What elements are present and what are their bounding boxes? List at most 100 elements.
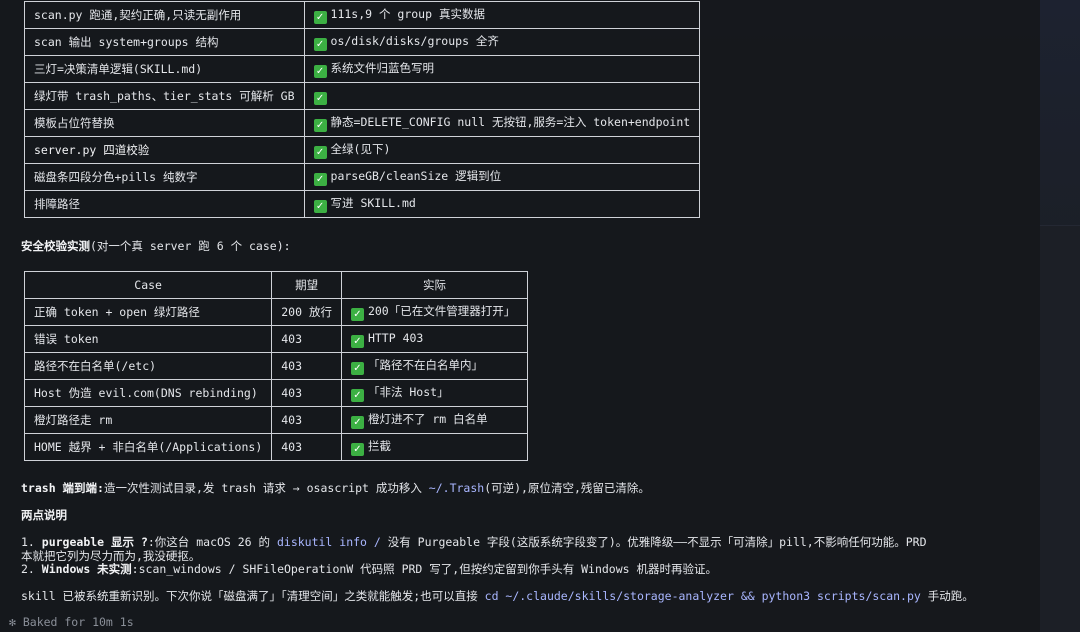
check-icon: ✓ [313, 11, 327, 24]
actual-text: 「非法 Host」 [367, 385, 449, 399]
column-header-case: Case [23, 271, 273, 299]
check-icon: ✓ [313, 200, 327, 213]
table-row: 排障路径 ✓ 写进 SKILL.md [24, 190, 701, 218]
check-item: server.py 四道校验 [24, 136, 305, 164]
notes-title: 两点说明 [21, 508, 67, 522]
result-text: parseGB/cleanSize 逻辑到位 [330, 169, 502, 183]
check-result: ✓ 写进 SKILL.md [303, 190, 701, 218]
check-result: ✓ 111s,9 个 group 真实数据 [303, 1, 701, 29]
check-icon: ✓ [350, 362, 364, 375]
table-row: scan.py 跑通,契约正确,只读无副作用 ✓ 111s,9 个 group 真实… [24, 1, 701, 29]
check-icon: ✓ [313, 65, 327, 78]
case-cell: HOME 越界 + 非白名单(/Applications) [23, 433, 273, 461]
check-icon: ✓ [313, 38, 327, 51]
result-text: 全绿(见下) [330, 142, 391, 156]
terminal-output: scan.py 跑通,契约正确,只读无副作用 ✓ 111s,9 个 group 真实… [0, 0, 1040, 632]
check-item: scan 输出 system+groups 结构 [24, 28, 305, 56]
status-line: ✻ Baked for 10m 1s [9, 615, 134, 629]
case-cell: 错误 token [23, 325, 273, 353]
table-row: 模板占位符替换 ✓ 静态=DELETE_CONFIG null 无按钮,服务=注入 … [24, 109, 701, 137]
expect-cell: 403 [271, 433, 342, 461]
expect-cell: 403 [271, 325, 342, 353]
expect-cell: 403 [271, 406, 342, 434]
check-result: ✓ 系统文件归蓝色写明 [303, 55, 701, 83]
closing-text-2: 手动跑。 [920, 589, 974, 603]
table-header-row: Case 期望 实际 [23, 271, 529, 299]
result-text: 111s,9 个 group 真实数据 [330, 7, 485, 21]
result-text: os/disk/disks/groups 全齐 [330, 34, 499, 48]
actual-cell: ✓ 「非法 Host」 [340, 379, 529, 407]
note-1-number: 1. [21, 535, 42, 549]
actual-text: 橙灯进不了 rm 白名单 [367, 412, 488, 426]
table-row: 绿灯带 trash_paths、tier_stats 可解析 GB ✓ [24, 82, 701, 110]
actual-text: 200「已在文件管理器打开」 [367, 304, 516, 318]
closing-command-code: cd ~/.claude/skills/storage-analyzer && … [484, 589, 921, 603]
result-text: 写进 SKILL.md [330, 196, 416, 210]
table-row: 橙灯路径走 rm 403 ✓ 橙灯进不了 rm 白名单 [23, 406, 529, 434]
note-1-text-1: :你这台 macOS 26 的 [147, 535, 277, 549]
check-icon: ✓ [350, 416, 364, 429]
check-item: 模板占位符替换 [24, 109, 305, 137]
check-icon: ✓ [350, 334, 364, 348]
column-header-actual: 实际 [340, 271, 529, 299]
expect-cell: 403 [271, 352, 342, 380]
check-icon: ✓ [350, 443, 364, 456]
actual-text: 「路径不在白名单内」 [367, 358, 483, 372]
actual-cell: ✓ 200「已在文件管理器打开」 [340, 298, 529, 326]
security-heading-rest: (对一个真 server 跑 6 个 case): [90, 239, 291, 253]
table-row: 正确 token + open 绿灯路径 200 放行 ✓ 200「已在文件管理器打开… [23, 298, 529, 326]
case-cell: 路径不在白名单(/etc) [23, 352, 273, 380]
check-item: 绿灯带 trash_paths、tier_stats 可解析 GB [24, 82, 305, 110]
note-2-number: 2. [21, 562, 42, 576]
result-text: 系统文件归蓝色写明 [330, 61, 435, 75]
check-item: 排障路径 [24, 190, 305, 218]
table-row: 错误 token 403 ✓ HTTP 403 [23, 325, 529, 353]
note-2-text: :scan_windows / SHFileOperationW 代码照 PRD… [131, 562, 718, 576]
actual-text: HTTP 403 [367, 330, 424, 345]
check-icon: ✓ [313, 91, 327, 105]
trash-text-2: (可逆),原位清空,残留已清除。 [484, 481, 650, 495]
expect-cell: 200 放行 [271, 298, 342, 326]
table-row: scan 输出 system+groups 结构 ✓ os/disk/disks/g… [24, 28, 701, 56]
actual-cell: ✓ HTTP 403 [340, 325, 529, 353]
check-icon: ✓ [313, 119, 327, 132]
closing-text-1: skill 已被系统重新识别。下次你说「磁盘满了」「清理空间」之类就能触发;也可… [21, 589, 485, 603]
actual-cell: ✓ 「路径不在白名单内」 [340, 352, 529, 380]
trash-text-1: 造一次性测试目录,发 trash 请求 → osascript 成功移入 [103, 481, 429, 495]
check-icon: ✓ [350, 308, 364, 321]
note-1-text-2: 没有 Purgeable 字段(这版系统字段变了)。优雅降级——不显示「可清除」… [380, 535, 927, 549]
note-2: 2. Windows 未实测:scan_windows / SHFileOper… [21, 561, 717, 577]
table-row: 路径不在白名单(/etc) 403 ✓ 「路径不在白名单内」 [23, 352, 529, 380]
check-item: 三灯=决策清单逻辑(SKILL.md) [24, 55, 305, 83]
table-row: Host 伪造 evil.com(DNS rebinding) 403 ✓ 「非法 H… [23, 379, 529, 407]
trash-label: trash 端到端: [21, 481, 104, 495]
check-result: ✓ os/disk/disks/groups 全齐 [303, 28, 701, 56]
table-row: 磁盘条四段分色+pills 纯数字 ✓ parseGB/cleanSize 逻辑到位 [24, 163, 701, 191]
result-text: 静态=DELETE_CONFIG null 无按钮,服务=注入 token+en… [330, 115, 691, 129]
check-item: 磁盘条四段分色+pills 纯数字 [24, 163, 305, 191]
check-result: ✓ 静态=DELETE_CONFIG null 无按钮,服务=注入 token+e… [303, 109, 701, 137]
note-1-bold: purgeable 显示 ? [41, 535, 148, 549]
security-cases-table: Case 期望 实际 正确 token + open 绿灯路径 200 放行 ✓ 20… [23, 271, 529, 461]
check-icon: ✓ [313, 173, 327, 186]
column-header-expect: 期望 [271, 271, 342, 299]
security-section-heading: 安全校验实测(对一个真 server 跑 6 个 case): [21, 238, 291, 254]
check-result: ✓ [303, 82, 701, 110]
check-icon: ✓ [350, 389, 364, 402]
closing-line: skill 已被系统重新识别。下次你说「磁盘满了」「清理空间」之类就能触发;也可… [21, 588, 974, 604]
check-result: ✓ parseGB/cleanSize 逻辑到位 [303, 163, 701, 191]
check-item: scan.py 跑通,契约正确,只读无副作用 [24, 1, 305, 29]
note-2-bold: Windows 未实测 [41, 562, 132, 576]
table-row: server.py 四道校验 ✓ 全绿(见下) [24, 136, 701, 164]
trash-e2e-line: trash 端到端:造一次性测试目录,发 trash 请求 → osascrip… [21, 480, 650, 496]
case-cell: 橙灯路径走 rm [23, 406, 273, 434]
actual-text: 拦截 [367, 439, 391, 453]
note-1-code: diskutil info / [276, 535, 381, 549]
verification-table: scan.py 跑通,契约正确,只读无副作用 ✓ 111s,9 个 group 真实… [24, 1, 701, 218]
expect-cell: 403 [271, 379, 342, 407]
check-icon: ✓ [313, 146, 327, 159]
actual-cell: ✓ 橙灯进不了 rm 白名单 [340, 406, 529, 434]
case-cell: Host 伪造 evil.com(DNS rebinding) [23, 379, 273, 407]
table-row: HOME 越界 + 非白名单(/Applications) 403 ✓ 拦截 [23, 433, 529, 461]
check-result: ✓ 全绿(见下) [303, 136, 701, 164]
